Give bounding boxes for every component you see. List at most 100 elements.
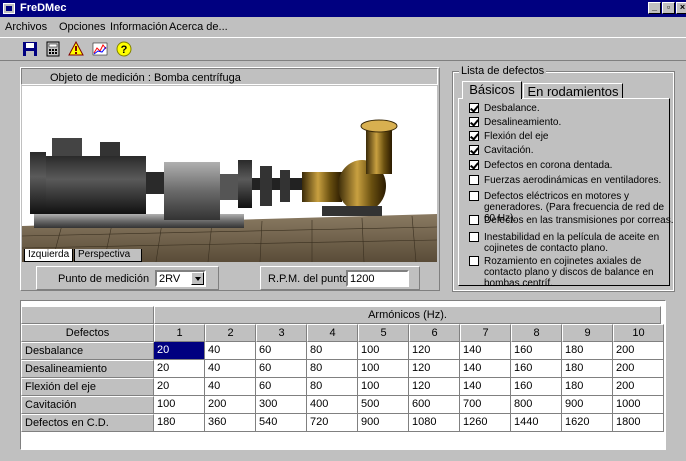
app-icon[interactable] bbox=[3, 3, 15, 14]
checkbox-rozamiento[interactable] bbox=[469, 256, 479, 266]
checkbox-flexion[interactable] bbox=[469, 131, 479, 141]
table-cell[interactable]: 360 bbox=[205, 414, 256, 432]
calculator-icon[interactable] bbox=[45, 41, 63, 59]
tab-rodamientos[interactable]: En rodamientos bbox=[523, 83, 623, 99]
table-cell[interactable]: 1000 bbox=[613, 396, 664, 414]
table-cell[interactable]: 120 bbox=[409, 342, 460, 360]
table-cell[interactable]: 120 bbox=[409, 360, 460, 378]
column-header[interactable]: 6 bbox=[409, 324, 460, 342]
menu-informacion[interactable]: Información bbox=[110, 21, 167, 33]
table-cell[interactable]: 720 bbox=[307, 414, 358, 432]
table-cell[interactable]: 1080 bbox=[409, 414, 460, 432]
checkbox-desalineamiento[interactable] bbox=[469, 117, 479, 127]
row-header[interactable]: Cavitación bbox=[21, 396, 154, 414]
table-cell[interactable]: 300 bbox=[256, 396, 307, 414]
table-cell[interactable]: 180 bbox=[562, 342, 613, 360]
row-header[interactable]: Desalineamiento bbox=[21, 360, 154, 378]
table-cell[interactable]: 20 bbox=[154, 342, 205, 360]
table-cell[interactable]: 160 bbox=[511, 342, 562, 360]
minimize-button[interactable]: _ bbox=[648, 2, 661, 14]
table-cell[interactable]: 540 bbox=[256, 414, 307, 432]
table-cell[interactable]: 40 bbox=[205, 378, 256, 396]
table-cell[interactable]: 160 bbox=[511, 360, 562, 378]
column-header[interactable]: 8 bbox=[511, 324, 562, 342]
column-header[interactable]: 10 bbox=[613, 324, 664, 342]
warning-icon[interactable] bbox=[68, 40, 86, 59]
harmonics-grid[interactable]: Armónicos (Hz). Defectos 1 2 3 4 5 6 7 8… bbox=[20, 300, 666, 450]
column-header[interactable]: 9 bbox=[562, 324, 613, 342]
checkbox-electricos[interactable] bbox=[469, 191, 479, 201]
checkbox-inestabilidad[interactable] bbox=[469, 232, 479, 242]
checkbox-corona[interactable] bbox=[469, 160, 479, 170]
table-cell[interactable]: 900 bbox=[562, 396, 613, 414]
table-cell[interactable]: 40 bbox=[205, 342, 256, 360]
row-header[interactable]: Defectos en C.D. bbox=[21, 414, 154, 432]
help-icon[interactable]: ? bbox=[116, 41, 134, 59]
column-header[interactable]: 5 bbox=[358, 324, 409, 342]
checkbox-correas[interactable] bbox=[469, 215, 479, 225]
column-header[interactable]: 1 bbox=[154, 324, 205, 342]
column-header[interactable]: 3 bbox=[256, 324, 307, 342]
table-cell[interactable]: 1440 bbox=[511, 414, 562, 432]
table-cell[interactable]: 200 bbox=[613, 378, 664, 396]
column-header[interactable]: 7 bbox=[460, 324, 511, 342]
table-cell[interactable]: 120 bbox=[409, 378, 460, 396]
table-cell[interactable]: 1260 bbox=[460, 414, 511, 432]
chart-icon[interactable] bbox=[92, 41, 110, 59]
table-cell[interactable]: 700 bbox=[460, 396, 511, 414]
chevron-down-icon[interactable] bbox=[191, 272, 204, 285]
table-cell[interactable]: 140 bbox=[460, 342, 511, 360]
tab-izquierda[interactable]: Izquierda bbox=[24, 249, 73, 262]
menu-opciones[interactable]: Opciones bbox=[59, 21, 105, 33]
rpm-input[interactable]: 1200 bbox=[346, 270, 409, 287]
table-cell[interactable]: 100 bbox=[358, 378, 409, 396]
table-cell[interactable]: 140 bbox=[460, 378, 511, 396]
save-icon[interactable] bbox=[22, 41, 40, 59]
close-button[interactable]: × bbox=[676, 2, 686, 14]
table-cell[interactable]: 200 bbox=[613, 342, 664, 360]
table-cell[interactable]: 180 bbox=[562, 360, 613, 378]
table-cell[interactable]: 400 bbox=[307, 396, 358, 414]
row-header[interactable]: Flexión del eje bbox=[21, 378, 154, 396]
menu-acerca[interactable]: Acerca de... bbox=[169, 21, 228, 33]
menu-archivos[interactable]: Archivos bbox=[5, 21, 47, 33]
table-cell[interactable]: 140 bbox=[460, 360, 511, 378]
table-cell[interactable]: 1800 bbox=[613, 414, 664, 432]
table-cell[interactable]: 80 bbox=[307, 342, 358, 360]
table-cell[interactable]: 100 bbox=[358, 360, 409, 378]
table-cell[interactable]: 180 bbox=[562, 378, 613, 396]
table-cell[interactable]: 180 bbox=[154, 414, 205, 432]
table-cell[interactable]: 100 bbox=[358, 342, 409, 360]
pump-3d-view[interactable] bbox=[22, 86, 437, 262]
column-header[interactable]: 2 bbox=[205, 324, 256, 342]
table-cell[interactable]: 60 bbox=[256, 378, 307, 396]
table-cell[interactable]: 600 bbox=[409, 396, 460, 414]
table-cell[interactable]: 20 bbox=[154, 378, 205, 396]
table-cell[interactable]: 160 bbox=[511, 378, 562, 396]
table-cell[interactable]: 100 bbox=[154, 396, 205, 414]
rpm-label: R.P.M. del punto bbox=[268, 273, 349, 285]
table-cell[interactable]: 60 bbox=[256, 360, 307, 378]
title-bar[interactable]: FreDMec _ ▫ × bbox=[0, 0, 686, 17]
table-cell[interactable]: 800 bbox=[511, 396, 562, 414]
table-cell[interactable]: 20 bbox=[154, 360, 205, 378]
row-header[interactable]: Desbalance bbox=[21, 342, 154, 360]
table-cell[interactable]: 80 bbox=[307, 360, 358, 378]
measure-point-select[interactable]: 2RV bbox=[155, 270, 206, 287]
checkbox-cavitacion[interactable] bbox=[469, 145, 479, 155]
checkbox-aerodinamicas[interactable] bbox=[469, 175, 479, 185]
table-cell[interactable]: 40 bbox=[205, 360, 256, 378]
table-cell[interactable]: 60 bbox=[256, 342, 307, 360]
table-cell[interactable]: 80 bbox=[307, 378, 358, 396]
tab-perspectiva[interactable]: Perspectiva bbox=[74, 249, 142, 262]
table-cell[interactable]: 200 bbox=[205, 396, 256, 414]
table-cell[interactable]: 500 bbox=[358, 396, 409, 414]
maximize-button[interactable]: ▫ bbox=[662, 2, 675, 14]
table-cell[interactable]: 900 bbox=[358, 414, 409, 432]
table-cell[interactable]: 1620 bbox=[562, 414, 613, 432]
table-cell[interactable]: 200 bbox=[613, 360, 664, 378]
column-header[interactable]: 4 bbox=[307, 324, 358, 342]
tab-basicos[interactable]: Básicos bbox=[462, 81, 522, 99]
checkbox-desbalance[interactable] bbox=[469, 103, 479, 113]
defects-group-title: Lista de defectos bbox=[459, 65, 547, 77]
